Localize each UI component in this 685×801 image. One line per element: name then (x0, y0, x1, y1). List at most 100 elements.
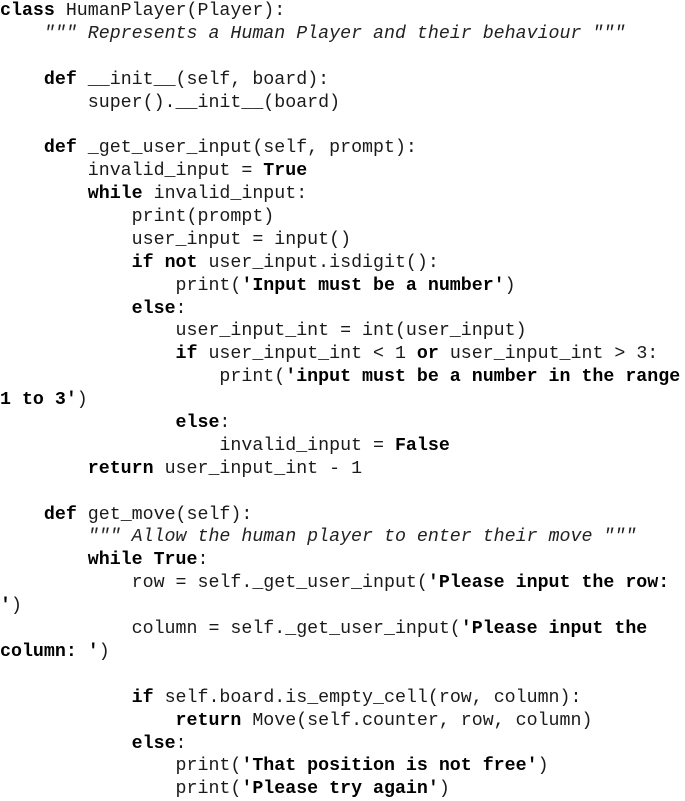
string-literal-token: 1 to 3' (0, 390, 77, 411)
code-token: user_input_int > 3: (438, 344, 659, 365)
code-token: user_input.isdigit(): (197, 252, 439, 273)
code-token: _get_user_input(self, prompt): (76, 138, 417, 159)
code-token: print(prompt) (0, 207, 275, 228)
code-token: print( (0, 779, 242, 800)
code-line: row = self._get_user_input('Please input… (0, 572, 680, 595)
string-literal-token: column: ' (0, 641, 99, 662)
code-line: column: ') (0, 641, 680, 664)
code-token: : (219, 413, 231, 434)
keyword-token: if (175, 344, 198, 365)
code-line: ') (0, 595, 680, 618)
code-token: super().__init__(board) (0, 92, 341, 113)
code-line: return Move(self.counter, row, column) (0, 710, 680, 733)
keyword-token: def (43, 138, 77, 159)
code-token: Move(self.counter, row, column) (241, 710, 593, 731)
code-line: else: (0, 298, 680, 321)
code-line: 1 to 3') (0, 389, 680, 412)
keyword-token: def (43, 69, 77, 90)
keyword-token: if (131, 687, 154, 708)
code-token: invalid_input: (142, 184, 308, 205)
code-line: if not user_input.isdigit(): (0, 252, 680, 275)
code-token: : (175, 298, 187, 319)
code-line: print('That position is not free') (0, 755, 680, 778)
code-line: user_input_int = int(user_input) (0, 320, 680, 343)
code-line: print('Please try again') (0, 778, 680, 801)
string-literal-token: 'Input must be a number' (241, 275, 505, 296)
code-token: invalid_input = (0, 435, 395, 456)
code-token: ) (438, 779, 450, 800)
keyword-token: class (0, 1, 55, 21)
code-token: : (175, 733, 187, 754)
code-line: super().__init__(board) (0, 92, 680, 115)
code-token: self.board.is_empty_cell(row, column): (153, 687, 582, 708)
code-line: if self.board.is_empty_cell(row, column)… (0, 687, 680, 710)
keyword-token: return (175, 710, 242, 731)
keyword-token: or (416, 344, 439, 365)
string-literal-token: 'input must be a number in the range (285, 367, 681, 388)
code-token: ) (10, 596, 22, 617)
keyword-token: else (175, 413, 220, 434)
string-literal-token: ' (0, 596, 11, 617)
code-line: while invalid_input: (0, 183, 680, 206)
keyword-token: while True (87, 550, 198, 571)
code-token: ) (504, 275, 516, 296)
code-line: print(prompt) (0, 206, 680, 229)
code-token: column = self._get_user_input( (0, 619, 461, 640)
code-line: return user_input_int - 1 (0, 458, 680, 481)
code-token: : (197, 550, 209, 571)
keyword-token: False (394, 435, 450, 456)
code-line: """ Allow the human player to enter thei… (0, 526, 680, 549)
keyword-token: else (131, 298, 176, 319)
code-token: invalid_input = (0, 161, 264, 182)
string-literal-token: 'Please input the row: (427, 573, 670, 594)
code-line: while True: (0, 549, 680, 572)
code-line: if user_input_int < 1 or user_input_int … (0, 343, 680, 366)
code-line: else: (0, 412, 680, 435)
docstring-token: """ Allow the human player to enter thei… (87, 527, 637, 548)
code-line: def get_move(self): (0, 504, 680, 527)
code-line: print('input must be a number in the ran… (0, 366, 680, 389)
code-token: print( (0, 275, 242, 296)
keyword-token: def (43, 504, 77, 525)
keyword-token: if not (131, 252, 198, 273)
code-token: user_input_int = int(user_input) (0, 321, 527, 342)
code-token: __init__(self, board): (76, 69, 330, 90)
code-line: def __init__(self, board): (0, 69, 680, 92)
code-token: ) (537, 756, 549, 777)
code-token: user_input = input() (0, 229, 352, 250)
code-line: else: (0, 733, 680, 756)
keyword-token: while (87, 184, 143, 205)
string-literal-token: 'That position is not free' (241, 756, 538, 777)
code-listing: class HumanPlayer(Player): """ Represent… (0, 0, 680, 801)
code-token: row = self._get_user_input( (0, 573, 428, 594)
code-token: print( (0, 756, 242, 777)
code-token: user_input_int < 1 (197, 344, 417, 365)
string-literal-token: 'Please input the (460, 619, 648, 640)
code-token: print( (0, 367, 286, 388)
code-line: def _get_user_input(self, prompt): (0, 137, 680, 160)
code-line: invalid_input = True (0, 160, 680, 183)
string-literal-token: 'Please try again' (241, 779, 439, 800)
code-line: user_input = input() (0, 229, 680, 252)
keyword-token: else (131, 733, 176, 754)
code-token: get_move(self): (76, 504, 253, 525)
code-token: user_input_int - 1 (153, 458, 363, 479)
keyword-token: return (87, 458, 154, 479)
code-line: """ Represents a Human Player and their … (0, 23, 680, 46)
keyword-token: True (263, 161, 308, 182)
